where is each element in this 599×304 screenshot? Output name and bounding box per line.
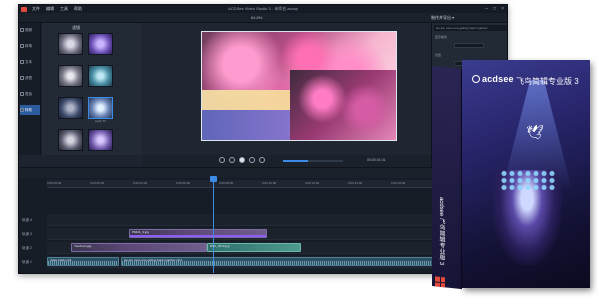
track-label: 轨道 4 (22, 217, 32, 222)
scrubber-fill (283, 160, 309, 162)
playback-controls: 00:00:01.01 (143, 155, 431, 167)
top-toolbar: 64.8% 制作并导出 ▾ (19, 13, 507, 23)
zoom-level[interactable]: 64.8% (251, 15, 262, 20)
timeline-ruler[interactable]: 0:00:00:00 0:00:02:00 0:00:04:00 0:00:06:00… (47, 180, 477, 188)
effect-thumb[interactable] (58, 97, 83, 119)
box-front: 🕊 (462, 60, 590, 288)
play-icon[interactable] (239, 157, 245, 163)
step-forward-icon[interactable] (249, 157, 255, 163)
ruler-tick: 0:00:00:00 (47, 181, 62, 185)
minimize-icon[interactable]: – (485, 6, 488, 12)
effect-thumb[interactable] (88, 129, 113, 151)
timeline-clip[interactable]: YourCam.jpg (71, 243, 207, 252)
preview-area (143, 23, 431, 155)
effect-thumb-light-tv[interactable]: Light TV (88, 97, 113, 123)
sidebar-item-text[interactable]: 文本 (20, 57, 40, 67)
overlay-icon (20, 92, 24, 96)
timeline-clip[interactable]: P9421_3.jpg (129, 229, 267, 238)
preview-overlay-image[interactable] (290, 70, 396, 140)
close-icon[interactable]: × (501, 6, 504, 12)
track-label: 轨道 1 (22, 259, 32, 264)
promo-composite: 文件 编辑 工具 帮助 ACDSee Video Studio 3 - 未命名.… (0, 0, 599, 304)
maximize-icon[interactable]: □ (493, 6, 496, 12)
ruler-tick: 0:00:04:00 (133, 181, 148, 185)
product-name: 飞鸟简辑专业版 3 (516, 77, 579, 86)
ruler-tick: 0:00:14:00 (348, 181, 363, 185)
filter-icon (20, 76, 24, 80)
playback-scrubber[interactable] (283, 160, 343, 162)
properties-search[interactable]: we are more one getting back together... (434, 25, 507, 31)
effect-thumb[interactable] (58, 65, 83, 87)
track-label: 轨道 2 (22, 245, 32, 250)
sidebar-item-overlay[interactable]: 叠加 (20, 89, 40, 99)
effect-thumb[interactable] (88, 33, 113, 55)
audio-clip[interactable]: we are more one getting back together.mp… (121, 257, 477, 266)
playhead[interactable] (210, 176, 217, 273)
playhead-handle[interactable] (210, 176, 217, 182)
track-lane[interactable]: YourCam.jpg DSC_0072.jpg (47, 242, 477, 254)
track-lane[interactable]: video-track.mp4 we are more one getting … (47, 256, 477, 268)
effect-thumb[interactable] (88, 65, 113, 87)
sidebar-item-video[interactable]: 视频 (20, 25, 40, 35)
ruler-tick: 0:00:12:00 (305, 181, 320, 185)
skip-forward-icon[interactable] (259, 157, 265, 163)
track-label: 轨道 3 (22, 231, 32, 236)
track-lane[interactable] (47, 214, 477, 226)
timeline-clip[interactable]: DSC_0072.jpg (207, 243, 301, 252)
video-icon (20, 28, 24, 32)
brand-logo: acdsee (472, 74, 514, 84)
audio-clip[interactable]: video-track.mp4 (47, 257, 119, 266)
spine-text: acdsee 飞鸟简辑专业版 3 (438, 196, 444, 266)
preview-canvas[interactable] (201, 31, 397, 141)
clip-effect-bar (130, 235, 266, 237)
ruler-tick: 0:00:06:00 (176, 181, 191, 185)
prop-label: 显示模式 (435, 35, 448, 39)
windows-logo-icon (435, 276, 445, 288)
sidebar-item-filters[interactable]: 滤镜 (20, 73, 40, 83)
export-button[interactable]: 制作并导出 ▾ (431, 15, 454, 21)
sidebar-item-effects[interactable]: 特效 (20, 105, 40, 115)
effects-icon (20, 108, 24, 112)
box-spine: acdsee 飞鸟简辑专业版 3 (432, 66, 462, 290)
transition-icon (20, 44, 24, 48)
effects-library-panel: 滤镜 Light TV (42, 23, 142, 155)
window-title: ACDSee Video Studio 3 - 未命名.acvsp (228, 6, 298, 11)
flower-crown (500, 170, 555, 190)
ruler-tick: 0:00:02:00 (90, 181, 105, 185)
timecode: 00:00:01.01 (367, 158, 386, 162)
effect-thumb[interactable] (58, 33, 83, 55)
effect-thumb[interactable] (58, 129, 83, 151)
sidebar: 视频 转场 文本 滤镜 叠加 特效 (19, 23, 41, 155)
window-controls: – □ × (485, 6, 504, 12)
ruler-tick: 0:00:16:00 (391, 181, 406, 185)
text-icon (20, 60, 24, 64)
ruler-tick: 0:00:08:00 (219, 181, 234, 185)
prop-field[interactable] (454, 43, 484, 48)
ruler-tick: 0:00:10:00 (262, 181, 277, 185)
product-box: acdsee 飞鸟简辑专业版 3 🕊 acdsee 飞鸟简辑专业版 3 (432, 56, 592, 292)
title-bar: 文件 编辑 工具 帮助 ACDSee Video Studio 3 - 未命名.… (19, 5, 507, 13)
panel-header: 滤镜 (72, 25, 80, 30)
skip-back-icon[interactable] (219, 157, 225, 163)
step-back-icon[interactable] (229, 157, 235, 163)
bird-icon: 🕊 (526, 124, 544, 140)
track-lane[interactable]: P9421_3.jpg (47, 228, 477, 240)
sidebar-item-transitions[interactable]: 转场 (20, 41, 40, 51)
brand-mark-icon (472, 75, 480, 83)
